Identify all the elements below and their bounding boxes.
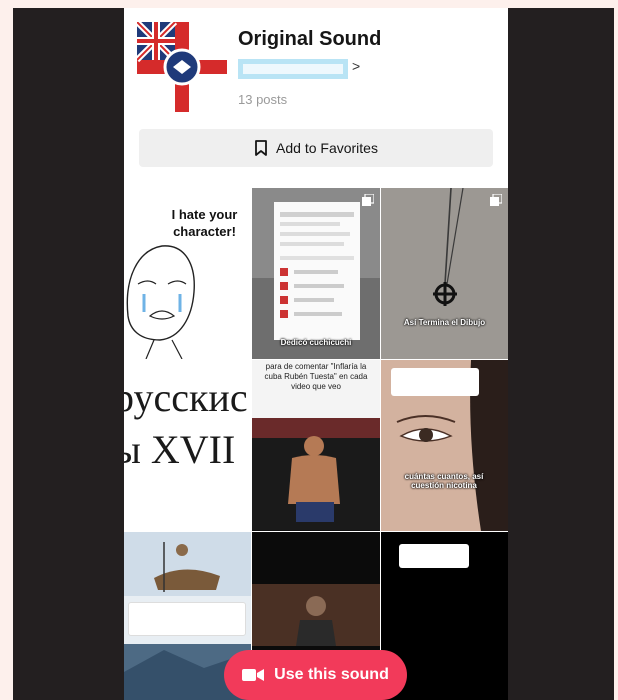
screenshot-thumbnail-graphic (252, 188, 380, 359)
comment-reply-card (399, 544, 469, 568)
app-screen: Original Sound > 13 posts Add to Favorit… (124, 8, 508, 700)
bookmark-icon (255, 140, 267, 156)
add-to-favorites-label: Add to Favorites (276, 140, 378, 156)
video-thumbnail-5[interactable]: para de comentar "Inflaría la cuba Rubén… (252, 360, 380, 531)
multi-photo-icon (362, 194, 374, 206)
video-caption: cuántas cuantos, así cuestión nicotina (404, 472, 484, 490)
post-count: 13 posts (238, 92, 288, 107)
video-caption: Dedicó cuchicuchi (280, 338, 352, 347)
sound-title: Original Sound (238, 28, 382, 50)
add-to-favorites-button[interactable]: Add to Favorites (139, 129, 493, 167)
video-caption: para de comentar "Inflaría la cuba Rubén… (252, 360, 380, 418)
video-thumbnail-1[interactable]: I hate your character! (124, 188, 251, 359)
comment-reply-card (128, 602, 246, 636)
video-grid: I hate your character! Dedicó cuchicuchi… (124, 188, 508, 700)
crying-wojak-drawing (126, 245, 195, 359)
sound-author-link[interactable] (238, 59, 348, 79)
use-this-sound-button[interactable]: Use this sound (224, 650, 407, 700)
multi-photo-icon (490, 194, 502, 206)
flag-cover-graphic (134, 19, 227, 112)
comment-reply-card (391, 368, 479, 396)
cyrillic-text-line-2: ы XVII (124, 427, 236, 472)
cyrillic-text-line-1: русскис (124, 375, 248, 420)
video-thumbnail-3[interactable]: Así Termina el Dibujo (381, 188, 508, 359)
use-this-sound-label: Use this sound (274, 666, 389, 683)
video-thumbnail-4[interactable]: русскис ы XVII (124, 360, 251, 531)
wrestler-photo-graphic (252, 418, 380, 530)
necklace-pendant-graphic (381, 188, 508, 359)
chevron-right-icon[interactable]: > (352, 58, 360, 74)
sound-header: Original Sound > 13 posts (124, 8, 508, 128)
video-caption: Así Termina el Dibujo (403, 318, 486, 327)
video-thumbnail-2[interactable]: Dedicó cuchicuchi (252, 188, 380, 359)
sound-cover-image[interactable] (134, 19, 227, 112)
video-camera-icon (242, 669, 265, 681)
video-thumbnail-6[interactable]: cuántas cuantos, así cuestión nicotina (381, 360, 508, 531)
